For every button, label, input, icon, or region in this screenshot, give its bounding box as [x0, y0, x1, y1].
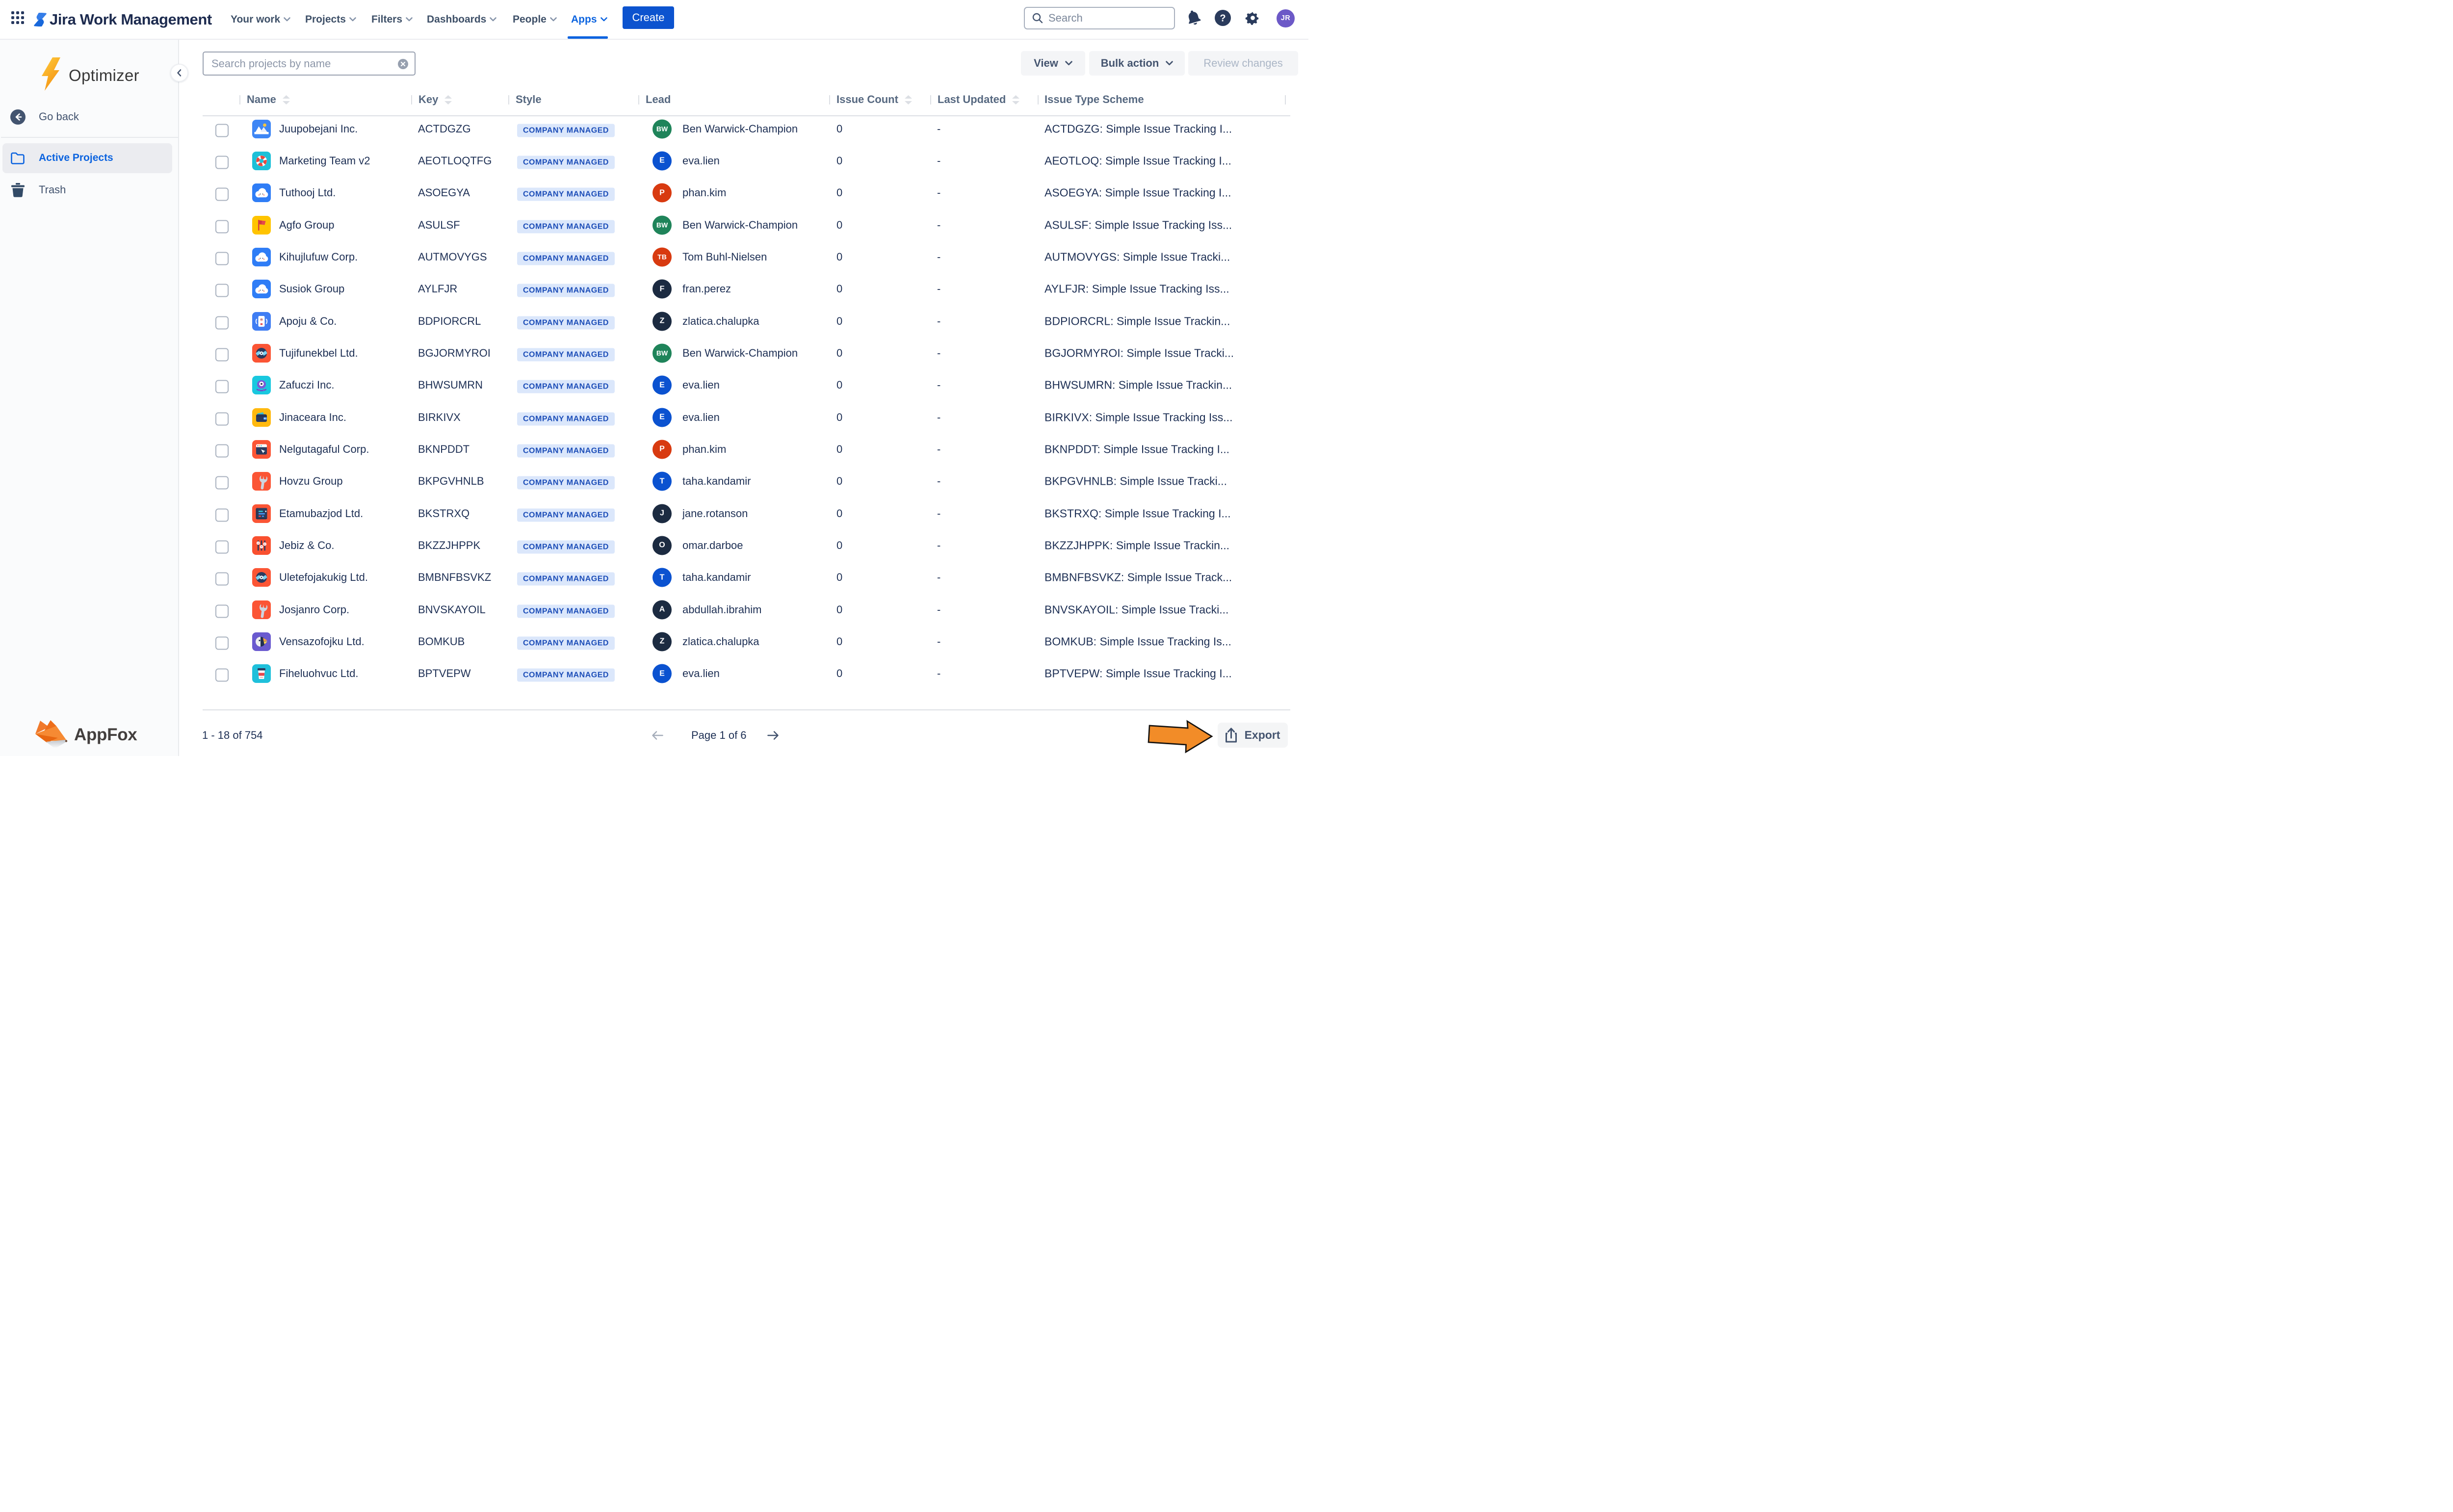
svg-text:?: ? [1220, 13, 1226, 24]
